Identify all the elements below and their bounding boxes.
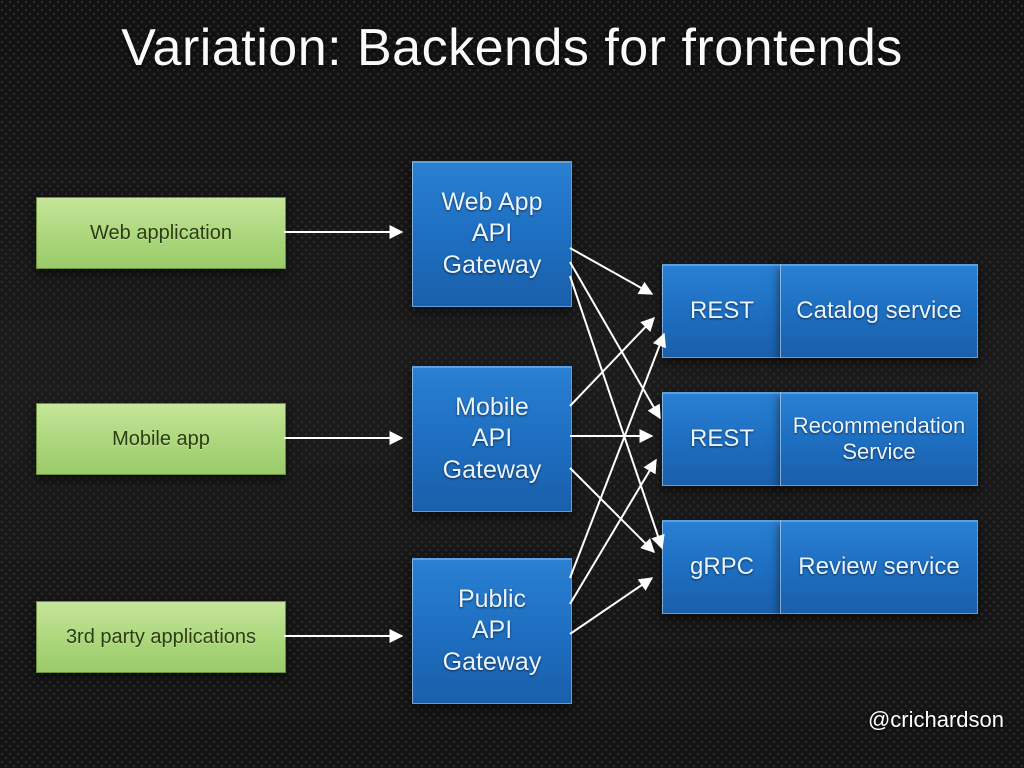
- client-third-party: 3rd party applications: [36, 601, 286, 673]
- service-catalog-label: Catalog service: [796, 296, 961, 326]
- slide-title: Variation: Backends for frontends: [0, 18, 1024, 78]
- gateway-public-label: Public API Gateway: [443, 584, 542, 678]
- gateway-web: Web App API Gateway: [412, 161, 572, 307]
- service-review-protocol: gRPC: [662, 520, 782, 614]
- client-mobile-label: Mobile app: [112, 428, 210, 451]
- service-catalog-protocol: REST: [662, 264, 782, 358]
- client-third-party-label: 3rd party applications: [66, 626, 256, 649]
- gateway-web-label: Web App API Gateway: [441, 187, 542, 281]
- gateway-public: Public API Gateway: [412, 558, 572, 704]
- service-review-protocol-label: gRPC: [690, 553, 754, 581]
- service-catalog-protocol-label: REST: [690, 297, 754, 325]
- service-review-label: Review service: [798, 552, 959, 582]
- service-recommendation: Recommendation Service: [780, 392, 978, 486]
- client-web: Web application: [36, 197, 286, 269]
- client-web-label: Web application: [90, 222, 232, 245]
- gateway-mobile: Mobile API Gateway: [412, 366, 572, 512]
- service-recommendation-label: Recommendation Service: [781, 413, 977, 466]
- client-mobile: Mobile app: [36, 403, 286, 475]
- service-recommendation-protocol: REST: [662, 392, 782, 486]
- service-review: Review service: [780, 520, 978, 614]
- service-recommendation-protocol-label: REST: [690, 425, 754, 453]
- gateway-mobile-label: Mobile API Gateway: [443, 392, 542, 486]
- author-handle: @crichardson: [868, 707, 1004, 733]
- service-catalog: Catalog service: [780, 264, 978, 358]
